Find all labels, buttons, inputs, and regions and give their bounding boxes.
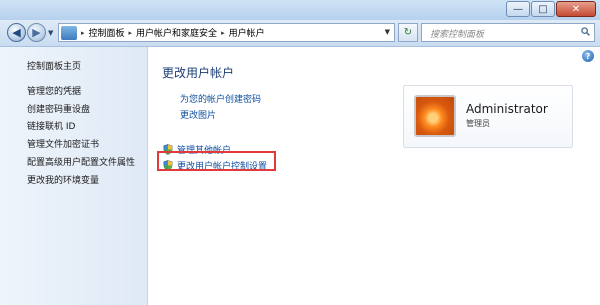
minimize-button[interactable]: — [506,1,530,17]
maximize-button[interactable]: □ [531,1,555,17]
create-password-link[interactable]: 为您的帐户创建密码 [180,92,261,105]
breadcrumb-separator-icon[interactable]: ▸ [81,29,85,37]
window-controls: — □ ✕ [506,1,596,17]
sidebar-item-create-password-reset-disk[interactable]: 创建密码重设盘 [27,102,90,115]
sidebar-item-link-online-id[interactable]: 链接联机 ID [27,119,75,132]
search-icon[interactable] [581,27,590,36]
window-titlebar: — □ ✕ [0,0,600,21]
change-picture-link[interactable]: 更改图片 [180,108,216,121]
sidebar-item-environment-variables[interactable]: 更改我的环境变量 [27,173,99,186]
sidebar-item-manage-file-encryption[interactable]: 管理文件加密证书 [27,137,99,150]
help-icon[interactable]: ? [582,50,594,62]
sidebar-item-advanced-profile-properties[interactable]: 配置高级用户配置文件属性 [27,155,135,168]
breadcrumb-control-panel[interactable]: 控制面板 [89,26,125,39]
highlight-box [157,151,276,171]
back-button[interactable]: ◀ [7,23,26,42]
account-picture [414,95,456,137]
address-bar[interactable]: ▸ 控制面板 ▸ 用户帐户和家庭安全 ▸ 用户帐户 ▼ [58,23,395,42]
main-content: ? 更改用户帐户 为您的帐户创建密码 更改图片 管理其他帐户 更改用户帐户控制设… [148,47,600,305]
navigation-bar: ◀ ▶ ▼ ▸ 控制面板 ▸ 用户帐户和家庭安全 ▸ 用户帐户 ▼ ↻ 搜索控制… [0,20,600,47]
account-card: Administrator 管理员 [403,85,573,148]
search-placeholder: 搜索控制面板 [430,30,485,40]
account-role: 管理员 [466,119,490,128]
sidebar-item-control-panel-home[interactable]: 控制面板主页 [27,59,81,72]
sidebar: 控制面板主页 管理您的凭据 创建密码重设盘 链接联机 ID 管理文件加密证书 配… [0,47,148,305]
close-button[interactable]: ✕ [556,1,596,17]
breadcrumb: ▸ 控制面板 ▸ 用户帐户和家庭安全 ▸ 用户帐户 [81,26,265,40]
account-name: Administrator [466,102,548,116]
forward-button[interactable]: ▶ [27,23,46,42]
control-panel-icon [61,25,77,40]
search-box[interactable]: 搜索控制面板 [421,23,595,42]
breadcrumb-user-accounts[interactable]: 用户帐户 [229,26,265,39]
address-dropdown-icon[interactable]: ▼ [385,28,390,36]
page-title: 更改用户帐户 [162,66,235,80]
recent-pages-dropdown-icon[interactable]: ▼ [48,29,53,37]
sidebar-item-manage-credentials[interactable]: 管理您的凭据 [27,84,81,97]
refresh-button[interactable]: ↻ [398,23,418,42]
breadcrumb-user-accounts-family-safety[interactable]: 用户帐户和家庭安全 [136,26,217,39]
breadcrumb-separator-icon[interactable]: ▸ [221,29,225,37]
breadcrumb-separator-icon[interactable]: ▸ [129,29,133,37]
